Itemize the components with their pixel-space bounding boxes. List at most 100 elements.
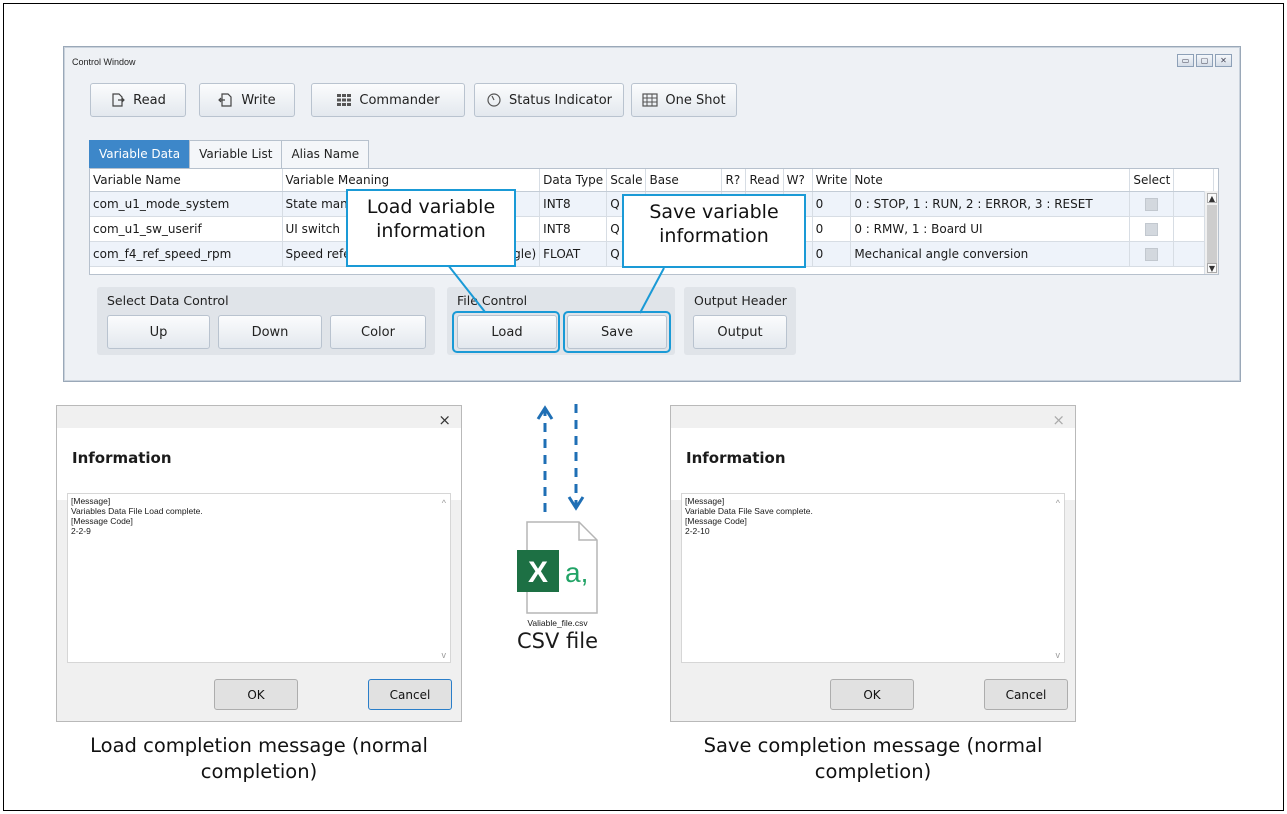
col-variable-name[interactable]: Variable Name: [90, 169, 283, 192]
write-label: Write: [241, 92, 276, 108]
select-checkbox[interactable]: [1145, 197, 1159, 211]
dialog-header: Information: [57, 428, 461, 500]
dialog-heading: Information: [72, 449, 172, 467]
cell-variable-name[interactable]: com_f4_ref_speed_rpm: [90, 241, 283, 267]
col-note[interactable]: Note: [850, 169, 1131, 192]
message-line: [Message Code]: [685, 516, 747, 526]
file-control-label: File Control: [457, 293, 528, 308]
dialog-heading: Information: [686, 449, 786, 467]
table-scrollbar[interactable]: ▲ ▼: [1204, 191, 1218, 274]
select-data-control-label: Select Data Control: [107, 293, 229, 308]
csv-label: CSV file: [516, 629, 599, 653]
save-caption: Save completion message (normal completi…: [703, 734, 1043, 783]
save-highlight: [563, 311, 671, 353]
scroll-up-icon[interactable]: ▲: [1207, 193, 1217, 203]
cell-write[interactable]: 0: [812, 216, 852, 242]
ok-button[interactable]: OK: [830, 679, 914, 710]
write-icon: [218, 93, 232, 107]
gauge-icon: [487, 93, 501, 107]
cancel-button[interactable]: Cancel: [984, 679, 1068, 710]
load-info-dialog: × Information [Message] Variables Data F…: [56, 405, 462, 722]
col-scale[interactable]: Scale: [606, 169, 647, 192]
message-line: 2-2-10: [685, 526, 710, 536]
output-button[interactable]: Output: [693, 315, 787, 349]
message-line: [Message Code]: [71, 516, 133, 526]
ok-button[interactable]: OK: [214, 679, 298, 710]
commander-button[interactable]: Commander: [311, 83, 465, 117]
cell-note[interactable]: Mechanical angle conversion: [850, 241, 1131, 267]
scroll-down-icon[interactable]: v: [1056, 650, 1061, 660]
select-checkbox[interactable]: [1145, 222, 1159, 236]
scroll-up-icon[interactable]: ^: [1056, 498, 1060, 508]
message-line: 2-2-9: [71, 526, 91, 536]
scroll-down-icon[interactable]: v: [442, 650, 447, 660]
status-indicator-label: Status Indicator: [508, 92, 612, 108]
cell-note[interactable]: 0 : RMW, 1 : Board UI: [850, 216, 1131, 242]
load-callout: Load variable information: [346, 189, 516, 267]
dialog-close-icon[interactable]: ×: [1052, 411, 1065, 429]
csv-icon-letter: X: [528, 556, 548, 589]
select-data-control-group: Select Data Control Up Down Color: [97, 287, 435, 355]
tab-variable-data[interactable]: Variable Data: [89, 140, 191, 168]
csv-filename: Valiable_file.csv: [527, 618, 588, 628]
status-indicator-button[interactable]: Status Indicator: [474, 83, 624, 117]
load-save-arrows: [536, 404, 585, 512]
cell-data-type[interactable]: INT8: [539, 191, 608, 217]
dialog-header: Information: [671, 428, 1075, 500]
col-select[interactable]: Select: [1129, 169, 1175, 192]
scroll-down-icon[interactable]: ▼: [1207, 263, 1217, 273]
dialog-message-box[interactable]: [Message] Variables Data File Load compl…: [67, 493, 451, 663]
cell-select[interactable]: [1129, 216, 1175, 242]
col-w[interactable]: W?: [783, 169, 813, 192]
window-title: Control Window: [72, 57, 136, 67]
tab-bar: Variable Data Variable List Alias Name: [89, 140, 370, 168]
dialog-message-box[interactable]: [Message] Variable Data File Save comple…: [681, 493, 1065, 663]
color-button[interactable]: Color: [330, 315, 426, 349]
load-caption: Load completion message (normal completi…: [90, 734, 428, 783]
cell-select[interactable]: [1129, 191, 1175, 217]
tab-variable-list[interactable]: Variable List: [189, 140, 283, 168]
read-icon: [112, 93, 126, 107]
cell-data-type[interactable]: FLOAT: [539, 241, 608, 267]
minimize-button[interactable]: ▭: [1177, 54, 1194, 67]
cancel-button[interactable]: Cancel: [368, 679, 452, 710]
col-read[interactable]: Read: [745, 169, 784, 192]
cell-write[interactable]: 0: [812, 241, 852, 267]
col-write[interactable]: Write: [812, 169, 852, 192]
write-button[interactable]: Write: [199, 83, 295, 117]
col-data-type[interactable]: Data Type: [539, 169, 608, 192]
maximize-button[interactable]: ▢: [1196, 54, 1213, 67]
message-line: [Message]: [71, 496, 111, 506]
upload-arrow-icon: [536, 405, 554, 512]
col-variable-meaning[interactable]: Variable Meaning: [282, 169, 541, 192]
up-button[interactable]: Up: [107, 315, 210, 349]
cell-note[interactable]: 0 : STOP, 1 : RUN, 2 : ERROR, 3 : RESET: [850, 191, 1131, 217]
message-line: Variable Data File Save complete.: [685, 506, 813, 516]
dialog-close-icon[interactable]: ×: [438, 411, 451, 429]
output-header-group: Output Header Output: [684, 287, 796, 355]
cell-data-type[interactable]: INT8: [539, 216, 608, 242]
read-button[interactable]: Read: [90, 83, 186, 117]
col-base[interactable]: Base: [645, 169, 723, 192]
message-line: Variables Data File Load complete.: [71, 506, 203, 516]
close-button[interactable]: ✕: [1215, 54, 1232, 67]
cell-variable-name[interactable]: com_u1_mode_system: [90, 191, 283, 217]
read-label: Read: [133, 92, 166, 108]
grid-icon: [337, 94, 352, 106]
save-info-dialog: × Information [Message] Variable Data Fi…: [670, 405, 1076, 722]
cell-write[interactable]: 0: [812, 191, 852, 217]
cell-select[interactable]: [1129, 241, 1175, 267]
commander-label: Commander: [359, 92, 440, 108]
scroll-thumb[interactable]: [1207, 205, 1217, 263]
one-shot-label: One Shot: [665, 92, 726, 108]
one-shot-button[interactable]: One Shot: [631, 83, 737, 117]
load-highlight: [452, 311, 560, 353]
output-header-label: Output Header: [694, 293, 787, 308]
col-r[interactable]: R?: [721, 169, 747, 192]
tab-alias-name[interactable]: Alias Name: [281, 140, 370, 168]
csv-icon-text: a,: [565, 557, 588, 588]
cell-variable-name[interactable]: com_u1_sw_userif: [90, 216, 283, 242]
select-checkbox[interactable]: [1145, 247, 1159, 261]
down-button[interactable]: Down: [218, 315, 322, 349]
scroll-up-icon[interactable]: ^: [442, 498, 446, 508]
